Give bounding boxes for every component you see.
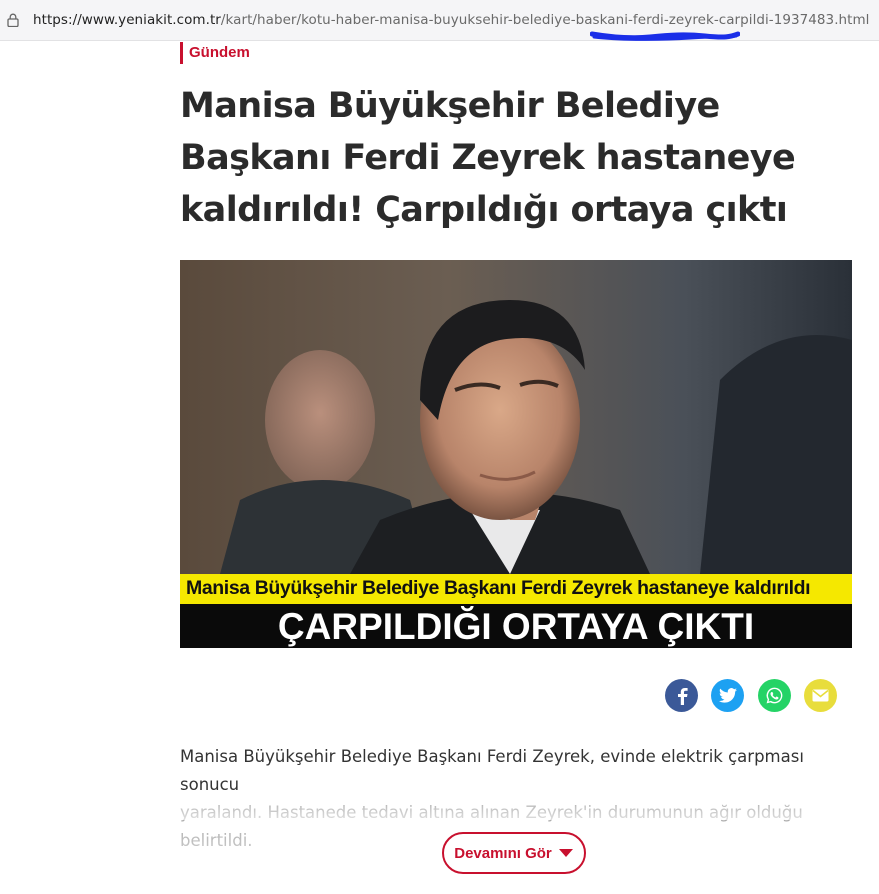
whatsapp-icon <box>766 687 783 704</box>
article-summary-line1: Manisa Büyükşehir Belediye Başkanı Ferdi… <box>180 747 804 794</box>
image-caption-top: Manisa Büyükşehir Belediye Başkanı Ferdi… <box>180 574 852 604</box>
chevron-down-icon <box>558 849 573 857</box>
url-domain: https://www.yeniakit.com.tr <box>33 12 221 28</box>
twitter-icon <box>718 688 737 703</box>
hero-image: Manisa Büyükşehir Belediye Başkanı Ferdi… <box>180 260 852 648</box>
read-more-button[interactable]: Devamını Gör <box>442 832 586 874</box>
article-headline: Manisa Büyükşehir Belediye Başkanı Ferdi… <box>180 86 796 230</box>
email-icon <box>812 689 829 702</box>
handwritten-underline <box>590 31 740 41</box>
address-bar[interactable]: https://www.yeniakit.com.tr/kart/haber/k… <box>0 0 879 41</box>
url-text[interactable]: https://www.yeniakit.com.tr/kart/haber/k… <box>33 12 870 28</box>
image-caption-top-text: Manisa Büyükşehir Belediye Başkanı Ferdi… <box>186 577 811 599</box>
lock-icon <box>7 13 19 27</box>
image-caption-bottom-text: ÇARPILDIĞI ORTAYA ÇIKTI <box>277 606 755 647</box>
share-twitter-button[interactable] <box>711 679 744 712</box>
category-label[interactable]: Gündem <box>180 42 250 64</box>
share-facebook-button[interactable] <box>665 679 698 712</box>
share-email-button[interactable] <box>804 679 837 712</box>
image-caption-bottom: ÇARPILDIĞI ORTAYA ÇIKTI <box>180 604 852 648</box>
share-whatsapp-button[interactable] <box>758 679 791 712</box>
facebook-icon <box>677 687 688 705</box>
hero-photo <box>180 260 852 574</box>
read-more-label: Devamını Gör <box>454 844 552 862</box>
url-path: /kart/haber/kotu-haber-manisa-buyuksehir… <box>220 12 870 28</box>
